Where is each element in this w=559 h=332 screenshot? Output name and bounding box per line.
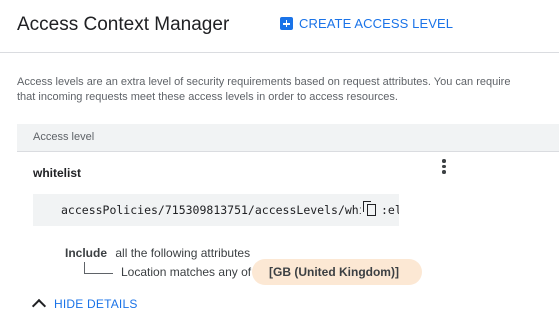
access-level-path-box: accessPolicies/715309813751/accessLevels… xyxy=(33,194,399,226)
include-text: all the following attributes xyxy=(115,246,251,260)
hide-details-button[interactable]: HIDE DETAILS xyxy=(31,296,138,314)
access-level-path: accessPolicies/715309813751/accessLevels… xyxy=(61,203,361,217)
create-access-level-label: CREATE ACCESS LEVEL xyxy=(299,16,454,31)
column-header-access-level: Access level xyxy=(33,131,95,143)
tree-connector xyxy=(84,262,113,274)
condition-value: [GB (United Kingdom)] xyxy=(269,265,399,279)
include-row: Include all the following attributes xyxy=(65,246,250,260)
chevron-up-icon xyxy=(31,298,47,314)
access-level-path-tail: :el xyxy=(381,203,399,217)
table-column-header: Access level xyxy=(17,124,559,152)
page-header: Access Context Manager CREATE ACCESS LEV… xyxy=(0,0,559,53)
copy-icon[interactable] xyxy=(363,201,377,217)
page-title: Access Context Manager xyxy=(17,14,230,35)
create-access-level-button[interactable]: CREATE ACCESS LEVEL xyxy=(280,16,453,31)
add-box-icon xyxy=(280,17,293,30)
access-level-name: whitelist xyxy=(33,166,82,180)
condition-text: Location matches any of xyxy=(121,265,252,279)
page-description: Access levels are an extra level of secu… xyxy=(17,76,511,103)
hide-details-label: HIDE DETAILS xyxy=(54,296,138,311)
more-vert-icon[interactable] xyxy=(439,158,449,174)
include-label: Include xyxy=(65,246,108,260)
